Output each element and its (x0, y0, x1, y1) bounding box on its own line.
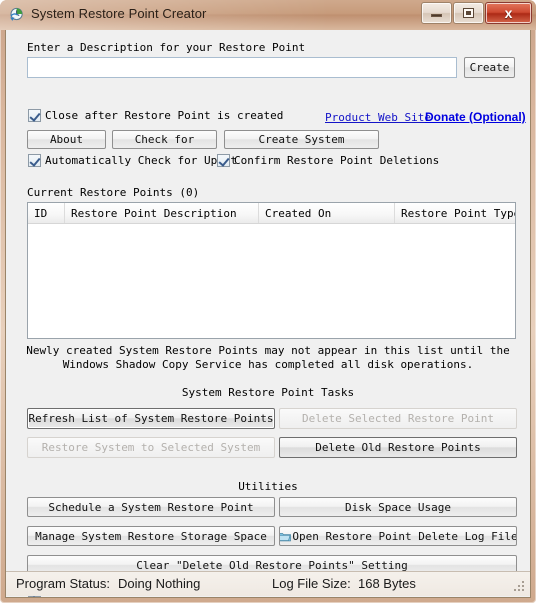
disk-space-usage-button[interactable]: Disk Space Usage (279, 497, 517, 517)
auto-check-updates-label: Automatically Check for Updat (45, 154, 238, 167)
listview-body[interactable] (28, 224, 515, 359)
delete-selected-restore-point-button[interactable]: Delete Selected Restore Point (279, 408, 517, 429)
window-title: System Restore Point Creator (31, 6, 207, 21)
program-status-value: Doing Nothing (118, 576, 201, 591)
log-file-size-label: Log File Size: (272, 576, 351, 591)
listview-header: ID Restore Point Description Created On … (28, 203, 515, 224)
column-header-description[interactable]: Restore Point Description (65, 203, 259, 223)
title-bar[interactable]: System Restore Point Creator x (0, 0, 536, 30)
column-header-id[interactable]: ID (28, 203, 65, 223)
restore-clock-icon (10, 7, 23, 21)
donate-link[interactable]: Donate (Optional) (425, 110, 526, 124)
utilities-heading: Utilities (238, 480, 298, 493)
product-web-site-link[interactable]: Product Web Site (325, 111, 431, 124)
open-log-file-label: Open Restore Point Delete Log File (292, 529, 517, 543)
caption-button-group: x (421, 2, 532, 24)
close-icon: x (504, 4, 513, 21)
tasks-heading: System Restore Point Tasks (181, 386, 355, 399)
restore-points-listview[interactable]: ID Restore Point Description Created On … (27, 202, 516, 339)
close-after-create-checkbox[interactable]: Close after Restore Point is created (28, 109, 283, 122)
maximize-button[interactable] (453, 2, 484, 24)
close-after-create-label: Close after Restore Point is created (45, 109, 284, 122)
status-bar: Program Status: Doing Nothing Log File S… (6, 571, 530, 596)
program-status-label: Program Status: (16, 576, 110, 591)
schedule-restore-point-button[interactable]: Schedule a System Restore Point (27, 497, 275, 517)
create-button[interactable]: Create (464, 57, 515, 78)
folder-icon (280, 532, 292, 541)
minimize-icon (431, 14, 442, 17)
restore-points-group-label: Current Restore Points (0) (27, 186, 200, 199)
check-for-updates-button[interactable]: Check for (112, 130, 217, 149)
delete-old-restore-points-button[interactable]: Delete Old Restore Points (279, 437, 517, 458)
restore-system-button[interactable]: Restore System to Selected System (27, 437, 275, 458)
open-log-file-button[interactable]: Open Restore Point Delete Log File (279, 526, 517, 546)
confirm-deletions-checkbox[interactable]: Confirm Restore Point Deletions (217, 154, 439, 167)
client-area: Enter a Description for your Restore Poi… (5, 30, 531, 598)
column-header-created-on[interactable]: Created On (259, 203, 395, 223)
create-system-button[interactable]: Create System (224, 130, 379, 149)
checkbox-box (217, 154, 230, 167)
listview-note: Newly created System Restore Points may … (26, 344, 510, 371)
manage-storage-space-button[interactable]: Manage System Restore Storage Space (27, 526, 275, 546)
confirm-deletions-label: Confirm Restore Point Deletions (234, 154, 440, 167)
app-window: System Restore Point Creator x Enter a D… (0, 0, 536, 603)
checkbox-box (28, 109, 41, 122)
auto-check-updates-checkbox[interactable]: Automatically Check for Updat (28, 154, 237, 167)
description-label: Enter a Description for your Restore Poi… (27, 41, 306, 54)
refresh-list-button[interactable]: Refresh List of System Restore Points (27, 408, 275, 429)
resize-grip[interactable] (514, 581, 527, 594)
about-button[interactable]: About (27, 130, 106, 149)
log-file-size-value: 168 Bytes (358, 576, 416, 591)
column-header-type[interactable]: Restore Point Type (395, 203, 515, 223)
minimize-button[interactable] (421, 2, 452, 24)
description-input[interactable] (27, 57, 457, 78)
close-button[interactable]: x (485, 2, 532, 24)
main-panel: Enter a Description for your Restore Poi… (6, 30, 530, 597)
maximize-icon (463, 8, 474, 18)
checkbox-box (28, 154, 41, 167)
